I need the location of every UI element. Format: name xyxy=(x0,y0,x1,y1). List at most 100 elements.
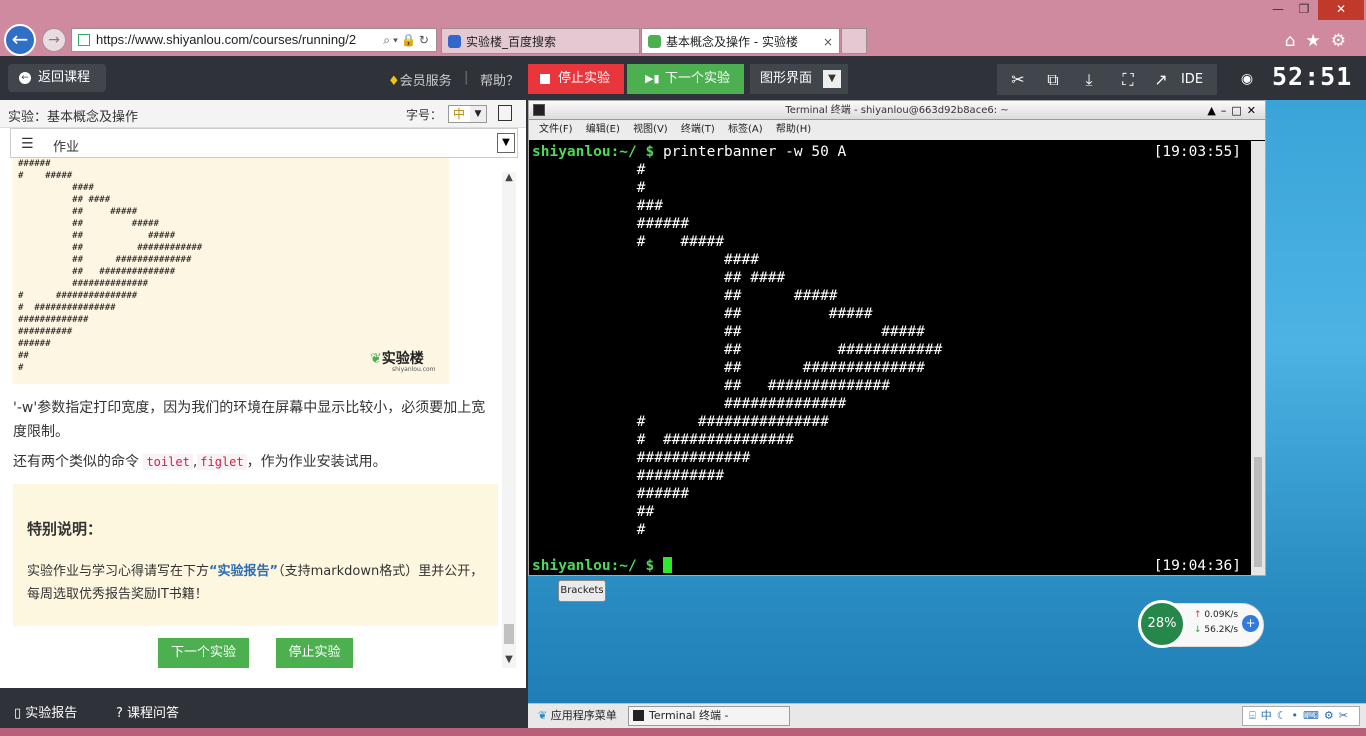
address-bar[interactable]: https://www.shiyanlou.com/courses/runnin… xyxy=(71,28,437,52)
desktop-tools: ✂ ⧉ ⤓ ⛶ ↗ IDE xyxy=(997,64,1217,95)
content-scrollbar[interactable]: ▲ ▼ xyxy=(502,172,516,668)
stop-icon xyxy=(540,74,550,84)
next-label: 下一个实验 xyxy=(665,71,731,86)
stop-experiment-button[interactable]: 停止实验 xyxy=(528,64,624,94)
menu-terminal[interactable]: 终端(T) xyxy=(681,124,715,135)
terminal-titlebar[interactable]: Terminal 终端 - shiyanlou@663d92b8ace6: ~ … xyxy=(529,101,1265,120)
vip-label: 会员服务 xyxy=(399,74,452,89)
logo-text: 实验楼 xyxy=(381,351,424,367)
section-label: 作业 xyxy=(53,140,80,155)
course-header: 实验：基本概念及操作 字号： 中 ▼ xyxy=(0,100,526,128)
document-icon[interactable] xyxy=(498,105,512,121)
prompt: shiyanlou:~/ $ xyxy=(532,144,655,160)
terminal-scrollbar[interactable] xyxy=(1251,141,1265,575)
question-icon: ? xyxy=(116,706,128,721)
chevron-up-icon[interactable]: ▲ xyxy=(502,172,516,186)
timestamp: [19:03:55] xyxy=(1153,144,1241,160)
report-icon: ▯ xyxy=(14,706,26,721)
fullscreen-icon[interactable]: ⛶ xyxy=(1113,64,1143,95)
scissors-icon[interactable]: ✂ xyxy=(1003,64,1033,95)
system-tray[interactable]: ⌸中☾•⌨⚙✂ xyxy=(1242,706,1360,726)
cursor xyxy=(662,557,672,573)
gfx-label: 图形界面 xyxy=(760,71,813,86)
scroll-thumb[interactable] xyxy=(1254,457,1262,567)
close-window-button[interactable]: ✕ xyxy=(1318,0,1364,20)
help-link[interactable]: 帮助？ xyxy=(480,70,519,89)
terminal-window[interactable]: Terminal 终端 - shiyanlou@663d92b8ace6: ~ … xyxy=(528,100,1266,576)
browser-tool-icons[interactable]: ⌂★⚙ xyxy=(1285,31,1356,51)
back-course-label: 返回课程 xyxy=(38,70,91,85)
toilet-command: toilet xyxy=(143,454,193,470)
taskbar-terminal[interactable]: Terminal 终端 - shiyanlou@… xyxy=(628,706,790,736)
forward-icon[interactable]: → xyxy=(42,28,66,52)
back-icon[interactable]: ← xyxy=(4,24,36,56)
font-size-value: 中 xyxy=(453,107,466,121)
page-icon xyxy=(78,34,90,46)
font-size-label: 字号： xyxy=(406,108,443,122)
back-to-course-button[interactable]: ← 返回课程 xyxy=(8,64,106,92)
applications-menu[interactable]: ❦ 应用程序菜单 xyxy=(538,704,617,728)
vip-service-link[interactable]: ♦会员服务 xyxy=(388,70,452,89)
separator: | xyxy=(464,70,469,85)
maximize-button[interactable]: ❐ xyxy=(1290,0,1318,20)
cpu-usage: 28% xyxy=(1138,600,1186,648)
open-external-icon[interactable]: ↗ xyxy=(1146,64,1176,95)
next-experiment-button[interactable]: ▶▮ 下一个实验 xyxy=(627,64,744,94)
terminal-icon xyxy=(633,710,644,721)
new-tab-button[interactable] xyxy=(841,28,867,54)
tray-icons: ☾•⌨⚙✂ xyxy=(1276,709,1353,722)
command: printerbanner -w 50 A xyxy=(654,144,847,160)
tab-label: 实验楼_百度搜索 xyxy=(466,35,557,49)
download-speed: ↓ 56.2K/s xyxy=(1194,625,1239,635)
arrow-down-icon: ↓ xyxy=(1194,625,1205,635)
logo-subtext: shiyanlou.com xyxy=(392,366,436,373)
menu-file[interactable]: 文件(F) xyxy=(539,124,573,135)
terminal-output[interactable]: shiyanlou:~/ $ printerbanner -w 50 A [19:… xyxy=(529,141,1251,575)
brackets-tooltip: Brackets xyxy=(558,580,606,602)
ime-icon: ⌸ xyxy=(1249,709,1261,722)
menu-help[interactable]: 帮助(H) xyxy=(776,124,811,135)
close-tab-icon[interactable]: × xyxy=(823,29,833,55)
note-text: 实验作业与学习心得请写在下方“实验报告”（支持markdown格式）里并公开，每… xyxy=(27,564,484,602)
ide-button[interactable]: IDE xyxy=(1177,64,1207,95)
banner-output: # # ### ###### # ##### #### ## #### ## #… xyxy=(636,162,943,538)
screen-share-icon[interactable]: ⧉ xyxy=(1038,64,1068,95)
font-size-select[interactable]: 中 ▼ xyxy=(448,105,487,123)
address-tools-icon[interactable]: ⌕▾🔒↻ xyxy=(383,29,432,51)
prompt: shiyanlou:~/ $ xyxy=(532,558,655,574)
leaf-icon: ❦ xyxy=(538,709,551,722)
diamond-icon: ♦ xyxy=(388,74,400,89)
lab-report-link[interactable]: “实验报告” xyxy=(209,564,278,579)
chevron-down-icon: ▼ xyxy=(497,133,515,153)
remote-desktop[interactable]: Terminal 终端 - shiyanlou@663d92b8ace6: ~ … xyxy=(528,100,1366,703)
chevron-down-icon: ▼ xyxy=(470,106,486,122)
lab-report-tab[interactable]: ▯ 实验报告 xyxy=(14,702,77,721)
section-select[interactable]: ☰ 作业 ▼ xyxy=(10,128,518,158)
download-icon[interactable]: ⤓ xyxy=(1074,64,1104,95)
width-explanation: '-w'参数指定打印宽度，因为我们的环境在屏幕中显示比较小，必须要加上宽度限制。 xyxy=(13,400,486,440)
menu-tabs[interactable]: 标签(A) xyxy=(728,124,763,135)
shiyanlou-logo: ❦实验楼 shiyanlou.com xyxy=(370,348,436,373)
minimize-button[interactable]: — xyxy=(1264,0,1292,20)
course-qa-tab[interactable]: ? 课程问答 xyxy=(116,702,179,721)
scroll-thumb[interactable] xyxy=(504,624,514,644)
course-panel: 实验：基本概念及操作 字号： 中 ▼ ☰ 作业 ▼ ###### # #####… xyxy=(0,100,526,688)
lab-title: 实验：基本概念及操作 xyxy=(8,110,139,125)
eye-icon[interactable]: ◉ xyxy=(1235,64,1259,95)
back-arrow-icon: ← xyxy=(19,72,31,84)
menu-edit[interactable]: 编辑(E) xyxy=(586,124,620,135)
tab-baidu[interactable]: 实验楼_百度搜索 xyxy=(441,28,640,54)
countdown-timer: 52:51 xyxy=(1272,62,1353,91)
chevron-down-icon: ▼ xyxy=(823,70,841,88)
play-icon: ▶▮ xyxy=(645,72,660,85)
tab-shiyanlou[interactable]: 基本概念及操作 - 实验楼 × xyxy=(641,28,840,54)
stop-experiment-button-bottom[interactable]: 停止实验 xyxy=(276,638,353,668)
menu-view[interactable]: 视图(V) xyxy=(633,124,668,135)
chevron-down-icon[interactable]: ▼ xyxy=(502,654,516,668)
window-controls-icon[interactable]: ▲–□✕ xyxy=(1207,101,1261,120)
plus-icon[interactable]: + xyxy=(1242,615,1259,632)
url-text: https://www.shiyanlou.com/courses/runnin… xyxy=(96,32,357,47)
browser-chrome: — ❐ ✕ ← → https://www.shiyanlou.com/cour… xyxy=(0,0,1366,56)
graphic-interface-select[interactable]: 图形界面 ▼ xyxy=(750,64,848,94)
next-experiment-button-bottom[interactable]: 下一个实验 xyxy=(158,638,249,668)
